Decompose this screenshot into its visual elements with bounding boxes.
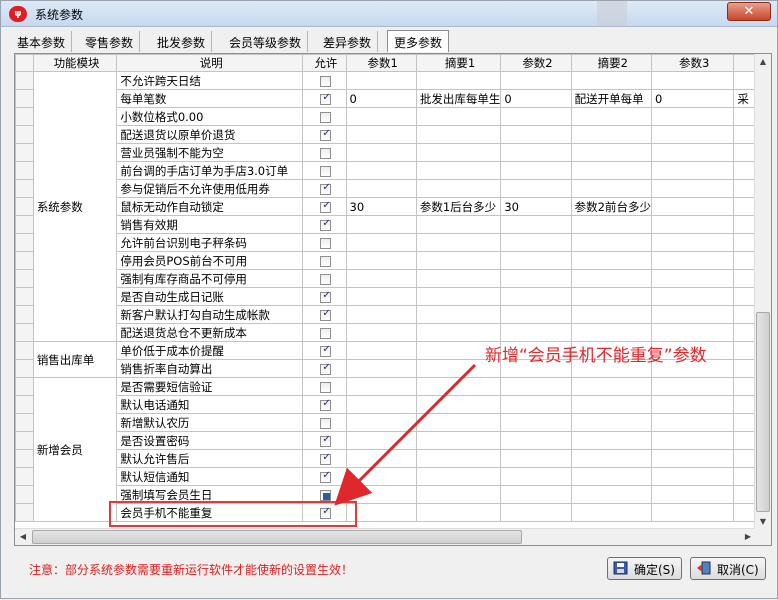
system-params-window: ψ 系统参数 ✕ 基本参数 零售参数 批发参数 会员等级参数 差异参数 更多参数… [0,0,778,599]
annotation-arrow-icon [334,363,477,506]
ok-button-label: 确定(S) [634,563,675,577]
cancel-button[interactable]: 取消(C) [690,557,766,580]
cancel-button-label: 取消(C) [717,563,759,577]
ok-button[interactable]: 确定(S) [607,557,682,580]
save-icon [613,561,628,575]
footer-note: 注意：部分系统参数需要重新运行软件才能使新的设置生效！ [29,563,354,577]
exit-icon [697,561,711,575]
annotation-text: 新增“会员手机不能重复”参数 [485,346,707,366]
